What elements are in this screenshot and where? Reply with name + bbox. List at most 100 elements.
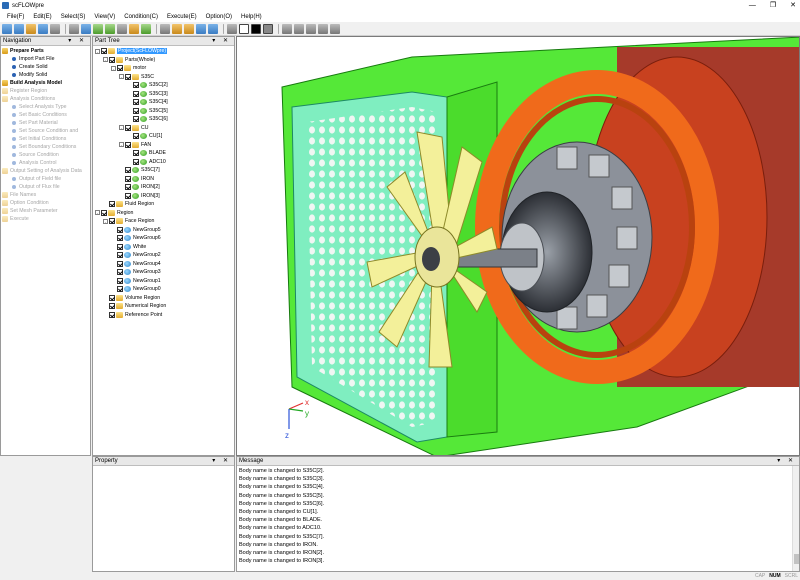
panel-menu-close-icons[interactable]: ▾ ✕ — [68, 37, 87, 44]
visibility-checkbox[interactable] — [101, 48, 107, 55]
panel-menu-close-icons[interactable]: ▾ ✕ — [777, 457, 796, 464]
nav-item[interactable]: Output of Field file — [2, 175, 90, 183]
visibility-checkbox[interactable] — [117, 260, 123, 267]
scrollbar-thumb[interactable] — [794, 554, 799, 564]
nav-item[interactable]: Register Region — [2, 87, 90, 95]
nav-item[interactable]: Set Boundary Conditions — [2, 143, 90, 151]
tree-node[interactable]: NewGroup6 — [95, 234, 234, 243]
view-front-icon[interactable] — [196, 23, 206, 34]
nav-item[interactable]: Modify Solid — [2, 71, 90, 79]
tree-node[interactable]: S35C[3] — [95, 90, 234, 99]
panel-menu-close-icons[interactable]: ▾ ✕ — [212, 457, 231, 464]
nav-item[interactable]: Analysis Control — [2, 159, 90, 167]
visibility-checkbox[interactable] — [133, 82, 139, 89]
close-button[interactable]: ✕ — [790, 0, 796, 11]
tree-node[interactable]: Reference Point — [95, 311, 234, 320]
tree-node[interactable]: S35C[7] — [95, 166, 234, 175]
lock-icon[interactable] — [172, 23, 182, 34]
zoom-icon[interactable] — [93, 23, 103, 34]
tree-node[interactable]: S35C[2] — [95, 81, 234, 90]
3d-viewport[interactable]: x y z — [236, 36, 800, 456]
visibility-checkbox[interactable] — [125, 175, 131, 182]
tree-node[interactable]: NewGroup2 — [95, 251, 234, 260]
visibility-checkbox[interactable] — [125, 167, 131, 174]
visibility-checkbox[interactable] — [125, 124, 131, 131]
visibility-checkbox[interactable] — [133, 107, 139, 114]
tree-node[interactable]: S35C[5] — [95, 107, 234, 116]
nav-item[interactable]: Set Initial Conditions — [2, 135, 90, 143]
nav-item[interactable]: Select Analysis Type — [2, 103, 90, 111]
tree-node[interactable]: - Face Region — [95, 217, 234, 226]
visibility-checkbox[interactable] — [117, 252, 123, 259]
tree-node[interactable]: CU[1] — [95, 132, 234, 141]
nav-item[interactable]: Create Solid — [2, 63, 90, 71]
tree-node[interactable]: - motor — [95, 64, 234, 73]
visibility-checkbox[interactable] — [101, 209, 107, 216]
collapse-icon[interactable]: - — [111, 65, 116, 71]
nav-item[interactable]: Source Condition — [2, 151, 90, 159]
black-bg-icon[interactable] — [239, 23, 249, 34]
visibility-checkbox[interactable] — [133, 90, 139, 97]
nav-item[interactable]: Set Part Material — [2, 119, 90, 127]
left-view-icon[interactable] — [306, 23, 316, 34]
view-side-icon[interactable] — [208, 23, 218, 34]
menu-filef[interactable]: File(F) — [7, 14, 24, 20]
visibility-checkbox[interactable] — [109, 56, 115, 63]
tree-node[interactable]: Volume Region — [95, 294, 234, 303]
visibility-checkbox[interactable] — [133, 158, 139, 165]
tree-node[interactable]: NewGroup0 — [95, 285, 234, 294]
select-icon[interactable] — [2, 23, 12, 34]
tree-node[interactable]: - S35C — [95, 73, 234, 82]
maximize-button[interactable]: ❐ — [770, 0, 776, 11]
section-icon[interactable] — [160, 23, 170, 34]
pan-icon[interactable] — [117, 23, 127, 34]
tree-node[interactable]: - Parts(Whole) — [95, 56, 234, 65]
collapse-icon[interactable]: - — [95, 210, 100, 216]
tree-node[interactable]: NewGroup5 — [95, 226, 234, 235]
tree-node[interactable]: NewGroup4 — [95, 260, 234, 269]
menu-helph[interactable]: Help(H) — [241, 14, 262, 20]
visibility-checkbox[interactable] — [117, 286, 123, 293]
visibility-checkbox[interactable] — [109, 218, 115, 225]
collapse-icon[interactable]: - — [119, 142, 124, 148]
collapse-icon[interactable]: - — [119, 125, 124, 131]
motor-model-render[interactable]: x y z — [237, 37, 800, 456]
nav-item[interactable]: Option Condition — [2, 199, 90, 207]
nav-item[interactable]: Set Mesh Parameter — [2, 207, 90, 215]
collapse-icon[interactable]: - — [95, 48, 100, 54]
measure-icon[interactable] — [141, 23, 151, 34]
visibility-checkbox[interactable] — [117, 269, 123, 276]
visibility-checkbox[interactable] — [117, 235, 123, 242]
tree-node[interactable]: IRON[2] — [95, 183, 234, 192]
tree-node[interactable]: S35C[6] — [95, 115, 234, 124]
menu-edite[interactable]: Edit(E) — [33, 14, 51, 20]
rotate-icon[interactable] — [81, 23, 91, 34]
visibility-checkbox[interactable] — [125, 73, 131, 80]
unlock-icon[interactable] — [184, 23, 194, 34]
collapse-icon[interactable]: - — [103, 57, 108, 63]
visibility-checkbox[interactable] — [125, 141, 131, 148]
tree-node[interactable]: Fluid Region — [95, 200, 234, 209]
menu-executee[interactable]: Execute(E) — [167, 14, 197, 20]
pick-icon[interactable] — [129, 23, 139, 34]
panel-menu-close-icons[interactable]: ▾ ✕ — [212, 37, 231, 44]
visibility-checkbox[interactable] — [109, 303, 115, 310]
minimize-button[interactable]: — — [749, 0, 756, 11]
open-icon[interactable] — [26, 23, 36, 34]
visibility-checkbox[interactable] — [117, 65, 123, 72]
visibility-checkbox[interactable] — [109, 294, 115, 301]
visibility-checkbox[interactable] — [117, 277, 123, 284]
tree-node[interactable]: S35C[4] — [95, 98, 234, 107]
nav-item[interactable]: Execute — [2, 215, 90, 223]
tree-node[interactable]: NewGroup1 — [95, 277, 234, 286]
nav-item[interactable]: Import Part File — [2, 55, 90, 63]
tree-node[interactable]: White — [95, 243, 234, 252]
nav-item[interactable]: Prepare Parts — [2, 47, 90, 55]
tree-node[interactable]: BLADE — [95, 149, 234, 158]
collapse-icon[interactable]: - — [103, 218, 108, 224]
tree-node[interactable]: ADC10 — [95, 158, 234, 167]
visibility-checkbox[interactable] — [125, 192, 131, 199]
top-view-icon[interactable] — [282, 23, 292, 34]
nav-item[interactable]: Output Setting of Analysis Data — [2, 167, 90, 175]
visibility-checkbox[interactable] — [117, 243, 123, 250]
